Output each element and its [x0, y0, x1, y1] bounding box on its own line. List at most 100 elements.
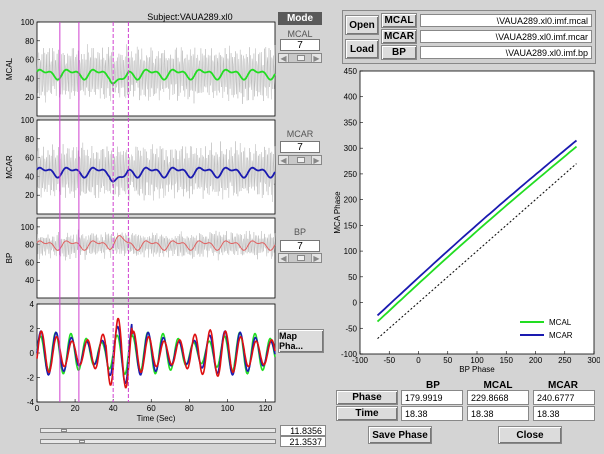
slider-thumb[interactable]: [61, 429, 67, 432]
time-slider-2[interactable]: [40, 439, 276, 444]
y-tick-label: -2: [27, 374, 35, 383]
x-tick-label: 50: [443, 356, 452, 365]
y-tick-label: 450: [344, 67, 358, 76]
y-tick-label: 80: [25, 241, 34, 250]
slider-thumb[interactable]: [79, 440, 85, 443]
x-tick-label: 0: [416, 356, 421, 365]
y-tick-label: 350: [344, 118, 358, 127]
slider-thumb[interactable]: [297, 55, 305, 61]
x-tick-label: -50: [383, 356, 395, 365]
y-tick-label: 60: [25, 258, 34, 267]
time-series-plots: 10080604020MCAL10080604020MCAR100806040B…: [5, 18, 276, 423]
legend-label: MCAR: [549, 331, 573, 340]
x-tick-label: 200: [529, 356, 543, 365]
open-button[interactable]: Open: [345, 15, 379, 35]
mode-header: Mode: [278, 12, 322, 25]
y-tick-label: 40: [25, 74, 34, 83]
y-axis-label: MCA Phase: [333, 191, 342, 234]
y-tick-label: 0: [30, 349, 35, 358]
load-button[interactable]: Load: [345, 39, 379, 59]
slider-thumb[interactable]: [297, 255, 305, 261]
x-tick-label: 0: [35, 404, 40, 413]
y-tick-label: 80: [25, 37, 34, 46]
phase-value-bp: 179.9919: [401, 390, 463, 405]
y-tick-label: 250: [344, 170, 358, 179]
map-phase-button[interactable]: Map Pha...: [278, 329, 324, 353]
x-axis-label: BP Phase: [459, 365, 495, 374]
slider-thumb[interactable]: [297, 157, 305, 163]
y-tick-label: 100: [21, 116, 35, 125]
slider-left-arrow-icon[interactable]: ◀: [279, 54, 289, 63]
y-tick-label: 150: [344, 221, 358, 230]
y-tick-label: 60: [25, 56, 34, 65]
y-tick-label: 4: [30, 300, 35, 309]
close-button[interactable]: Close: [498, 426, 562, 444]
file-panel: Open Load MCAL MCAR BP \VAUA289.xl0.imf.…: [342, 10, 596, 64]
phase-value-mcal: 229.8668: [467, 390, 529, 405]
phase-plot: -100 -50 0 50 100 150 200 250 300 450 400 350 300 250…: [333, 67, 600, 374]
y-tick-label: 100: [21, 18, 35, 27]
y-tick-label: 20: [25, 93, 34, 102]
y-tick-label: 80: [25, 135, 34, 144]
y-tick-label: 50: [348, 273, 357, 282]
y-tick-label: 20: [25, 191, 34, 200]
plot-panel-3: [36, 303, 276, 403]
phase-value-mcar: 240.6777: [533, 390, 595, 405]
time-slider-1[interactable]: [40, 428, 276, 433]
save-phase-button[interactable]: Save Phase: [368, 426, 432, 444]
bp-mode-input[interactable]: 7: [280, 240, 320, 252]
slider-left-arrow-icon[interactable]: ◀: [279, 254, 289, 263]
y-tick-label: 300: [344, 144, 358, 153]
time-slider-1-value: 11.8356: [280, 425, 326, 436]
file-path-mcal[interactable]: \VAUA289.xl0.imf.mcal: [420, 14, 592, 27]
x-axis-label: Time (Sec): [137, 414, 176, 423]
phase-row-label: Phase: [336, 390, 398, 405]
file-path-bp[interactable]: \VAUA289.xl0.imf.bp: [420, 46, 592, 59]
mcar-control-title: MCAR: [286, 129, 314, 139]
y-tick-label: 40: [25, 276, 34, 285]
slider-left-arrow-icon[interactable]: ◀: [279, 156, 289, 165]
y-tick-label: 400: [344, 93, 358, 102]
bp-control-title: BP: [293, 227, 306, 237]
y-axis-label: MCAL: [5, 57, 14, 80]
time-value-mcar: 18.38: [533, 406, 595, 421]
file-tag-mcal[interactable]: MCAL: [381, 13, 417, 28]
mcar-mode-slider[interactable]: ◀ ▶: [278, 155, 322, 165]
y-tick-label: 60: [25, 154, 34, 163]
y-tick-label: 0: [353, 299, 358, 308]
x-tick-label: 250: [558, 356, 572, 365]
time-slider-2-value: 21.3537: [280, 436, 326, 447]
y-axis-label: BP: [5, 253, 14, 264]
mcal-control-title: MCAL: [287, 29, 313, 39]
file-tag-mcar[interactable]: MCAR: [381, 29, 417, 44]
slider-right-arrow-icon[interactable]: ▶: [311, 254, 321, 263]
y-axis-label: MCAR: [5, 155, 14, 179]
file-tag-bp[interactable]: BP: [381, 45, 417, 60]
y-tick-label: 2: [30, 325, 35, 334]
x-tick-label: 300: [587, 356, 600, 365]
legend-label: MCAL: [549, 318, 572, 327]
slider-right-arrow-icon[interactable]: ▶: [311, 156, 321, 165]
y-tick-label: -50: [345, 324, 357, 333]
slider-right-arrow-icon[interactable]: ▶: [311, 54, 321, 63]
x-tick-label: 80: [185, 404, 194, 413]
x-tick-label: 20: [71, 404, 80, 413]
plot-panel-2: [36, 217, 276, 299]
x-tick-label: 120: [259, 404, 273, 413]
x-tick-label: 60: [147, 404, 156, 413]
mcal-mode-input[interactable]: 7: [280, 39, 320, 51]
x-tick-label: 100: [470, 356, 484, 365]
y-tick-label: -4: [27, 398, 35, 407]
time-value-bp: 18.38: [401, 406, 463, 421]
y-tick-label: -100: [341, 350, 358, 359]
mcal-mode-slider[interactable]: ◀ ▶: [278, 53, 322, 63]
time-row-label: Time: [336, 406, 398, 421]
file-path-mcar[interactable]: \VAUA289.xl0.imf.mcar: [420, 30, 592, 43]
bp-mode-slider[interactable]: ◀ ▶: [278, 253, 322, 263]
y-tick-label: 40: [25, 172, 34, 181]
y-tick-label: 100: [344, 247, 358, 256]
mcar-mode-input[interactable]: 7: [280, 141, 320, 153]
time-value-mcal: 18.38: [467, 406, 529, 421]
y-tick-label: 200: [344, 196, 358, 205]
y-tick-label: 100: [21, 223, 35, 232]
